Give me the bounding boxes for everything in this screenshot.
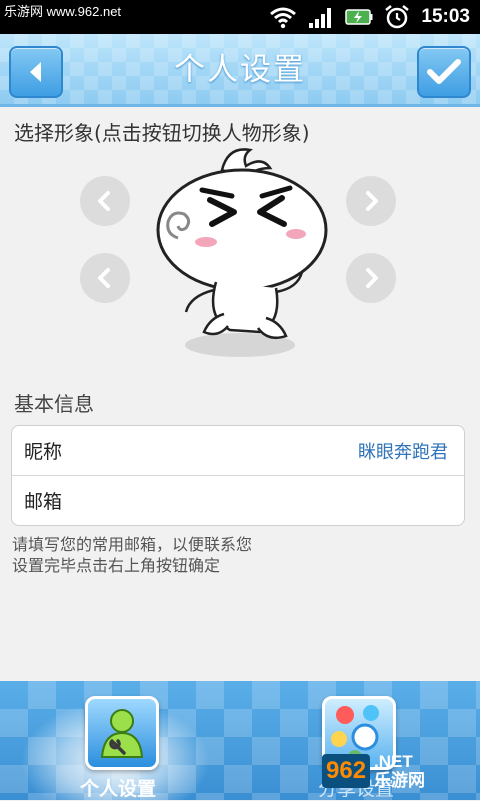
page-title: 个人设置: [174, 52, 306, 88]
watermark-bottom-right: 962 .NET 乐游网: [322, 750, 472, 792]
nickname-label: 昵称: [24, 441, 63, 463]
next-avatar-button-2[interactable]: [346, 253, 396, 303]
watermark-cn: 乐游网: [374, 771, 426, 790]
hint-line-1: 请填写您的常用邮箱，以便联系您: [12, 535, 253, 554]
chevron-left-icon: [98, 268, 110, 288]
status-time: 15:03: [421, 6, 470, 27]
watermark-top-left: 乐游网 www.962.net: [0, 3, 126, 21]
tab-label-personal: 个人设置: [80, 778, 157, 800]
hint-line-2: 设置完毕点击右上角按钮确定: [12, 556, 221, 575]
next-avatar-button-1[interactable]: [346, 176, 396, 226]
checkmark-icon: [427, 59, 461, 84]
watermark-site: .NET: [374, 752, 413, 771]
signal-icon: [309, 8, 332, 28]
status-icons: 15:03: [269, 0, 470, 34]
alarm-icon: [385, 5, 410, 29]
basic-info-card: 昵称 眯眼奔跑君 邮箱: [11, 425, 465, 526]
email-field[interactable]: 邮箱: [12, 476, 464, 525]
nickname-value: 眯眼奔跑君: [358, 441, 448, 463]
email-label: 邮箱: [24, 491, 63, 513]
nickname-field[interactable]: 昵称 眯眼奔跑君: [12, 426, 464, 476]
chevron-left-icon: [98, 191, 110, 211]
tab-personal-settings[interactable]: [85, 696, 159, 770]
avatar-character: [156, 148, 328, 357]
hint-text: 请填写您的常用邮箱，以便联系您 设置完毕点击右上角按钮确定: [12, 534, 252, 576]
basic-info-label: 基本信息: [14, 392, 94, 416]
watermark-logo: 962: [322, 754, 371, 788]
confirm-button[interactable]: [417, 46, 471, 98]
status-bar: 乐游网 www.962.net 15:03: [0, 0, 480, 34]
title-bar: 个人设置: [0, 34, 480, 107]
chevron-right-icon: [366, 268, 378, 288]
wifi-icon: [270, 7, 297, 29]
chevron-right-icon: [366, 191, 378, 211]
battery-charging-icon: [345, 9, 373, 25]
prev-avatar-button-1[interactable]: [80, 176, 130, 226]
user-settings-icon: [100, 709, 144, 758]
prev-avatar-button-2[interactable]: [80, 253, 130, 303]
